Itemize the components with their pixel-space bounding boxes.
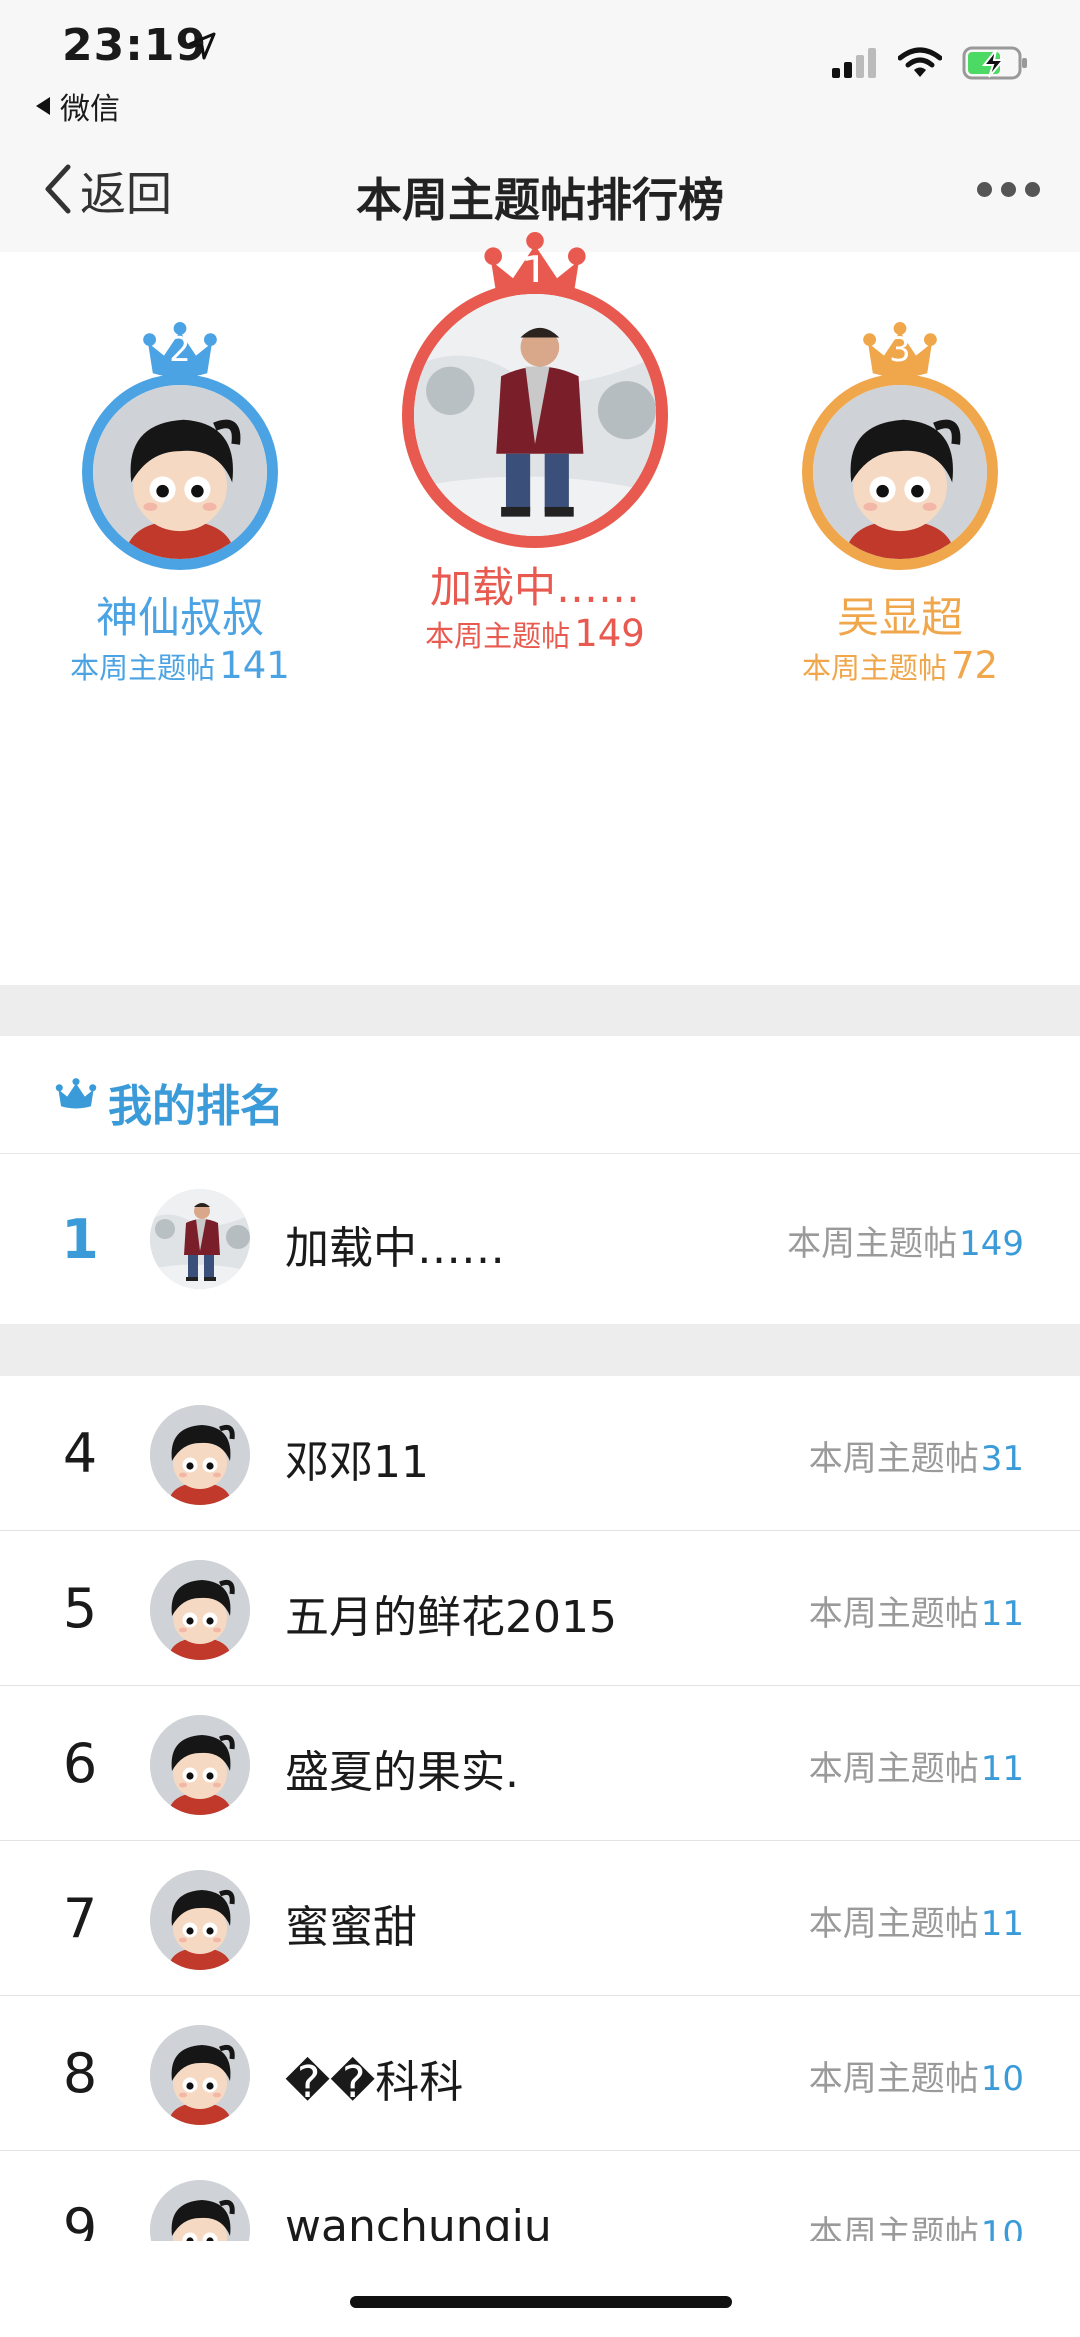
- rank-number: 5: [62, 1577, 98, 1640]
- crown-icon: [54, 1078, 98, 1109]
- avatar: [150, 1870, 250, 1970]
- post-count: 本周主题帖149: [787, 1224, 1024, 1264]
- list-item[interactable]: 5 五月的鲜花2015 本周主题帖11: [0, 1531, 1080, 1686]
- my-rank-title: 我的排名: [108, 1081, 284, 1132]
- status-icons: [832, 46, 1028, 84]
- avatar: [150, 1405, 250, 1505]
- podium-name: 加载中……: [429, 563, 640, 612]
- podium-post-count: 本周主题帖 72: [801, 644, 999, 687]
- post-count: 本周主题帖11: [808, 1749, 1024, 1789]
- user-name: 盛夏的果实.: [285, 1747, 519, 1798]
- my-rank-header: 我的排名: [0, 1036, 1080, 1154]
- podium-post-count: 本周主题帖 141: [70, 644, 290, 687]
- user-name: 邓邓11: [285, 1437, 429, 1488]
- top-three-podium: 2 神仙叔叔 本周主题帖 141 1 加载中…… 本周主题帖 149 3 吴显超 本…: [0, 252, 1080, 985]
- rank-number: 1: [61, 1208, 99, 1271]
- avatar: [402, 282, 668, 548]
- rank-number: 7: [62, 1887, 98, 1950]
- user-name: 加载中……: [285, 1223, 505, 1274]
- user-name: 蜜蜜甜: [285, 1902, 417, 1953]
- rank-number: 8: [62, 2042, 98, 2105]
- page-title: 本周主题帖排行榜: [356, 173, 724, 227]
- post-count: 本周主题帖11: [808, 1594, 1024, 1634]
- rank-number: 9: [62, 2197, 98, 2241]
- back-triangle-icon: [36, 97, 50, 115]
- podium-name: 吴显超: [836, 593, 963, 642]
- avatar: [150, 1715, 250, 1815]
- user-name: ��科科: [285, 2057, 464, 2108]
- rank-number: 3: [889, 330, 911, 370]
- podium-post-count: 本周主题帖 149: [425, 612, 645, 655]
- rank-number: 2: [169, 330, 191, 370]
- my-rank-row[interactable]: 1 加载中…… 本周主题帖149: [0, 1154, 1080, 1324]
- list-item[interactable]: 7 蜜蜜甜 本周主题帖11: [0, 1841, 1080, 1996]
- post-count: 本周主题帖31: [808, 1439, 1024, 1479]
- podium-third[interactable]: 3 吴显超 本周主题帖 72: [760, 322, 1040, 842]
- rank-number: 6: [62, 1732, 98, 1795]
- post-count: 本周主题帖11: [808, 1904, 1024, 1944]
- post-count: 本周主题帖10: [808, 2059, 1024, 2099]
- section-divider: [0, 985, 1080, 1036]
- back-app-label: 微信: [60, 92, 120, 127]
- ranking-list[interactable]: 4 邓邓11 本周主题帖31 5 五月的鲜花2015 本周主题帖11 6 盛夏的…: [0, 1376, 1080, 2241]
- user-name: wanchunqiu: [285, 2201, 552, 2241]
- podium-name: 神仙叔叔: [95, 593, 264, 642]
- avatar: [150, 2025, 250, 2125]
- list-item[interactable]: 4 邓邓11 本周主题帖31: [0, 1376, 1080, 1531]
- wifi-icon: [897, 47, 943, 83]
- list-item[interactable]: 8 ��科科 本周主题帖10: [0, 1996, 1080, 2151]
- status-bar: 23:19 微信: [0, 0, 1080, 130]
- avatar: [150, 2180, 250, 2241]
- list-item[interactable]: 9 wanchunqiu 本周主题帖10: [0, 2151, 1080, 2241]
- avatar: [150, 1189, 250, 1289]
- podium-second[interactable]: 2 神仙叔叔 本周主题帖 141: [40, 322, 320, 842]
- avatar: [802, 374, 998, 570]
- post-count: 本周主题帖10: [808, 2214, 1024, 2241]
- location-arrow-icon: [186, 30, 218, 66]
- more-dots-icon[interactable]: [977, 182, 1040, 197]
- back-to-app-link[interactable]: 微信: [36, 84, 120, 128]
- battery-charging-icon: [962, 46, 1028, 84]
- list-item[interactable]: 6 盛夏的果实. 本周主题帖11: [0, 1686, 1080, 1841]
- avatar: [150, 1560, 250, 1660]
- user-name: 五月的鲜花2015: [285, 1592, 617, 1643]
- section-divider: [0, 1324, 1080, 1376]
- signal-icon: [832, 48, 878, 82]
- rank-number: 4: [62, 1422, 98, 1485]
- avatar: [82, 374, 278, 570]
- home-indicator[interactable]: [350, 2296, 732, 2308]
- podium-first[interactable]: 1 加载中…… 本周主题帖 149: [380, 252, 690, 812]
